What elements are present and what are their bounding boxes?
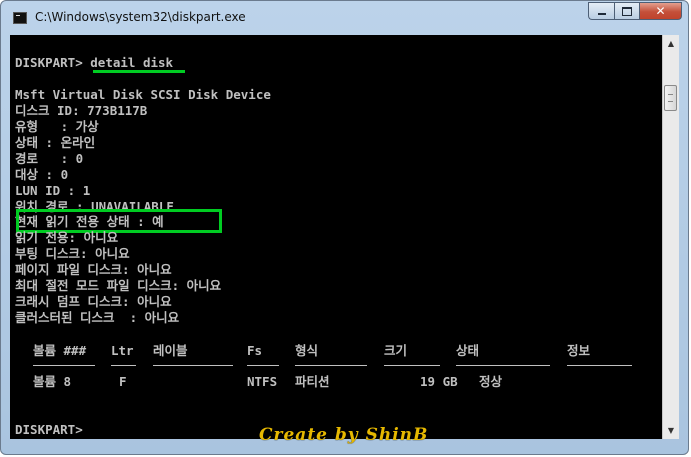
scroll-thumb[interactable]	[664, 85, 677, 111]
output-line: 대상 : 0	[15, 167, 69, 182]
output-line: 최대 절전 모드 파일 디스크: 아니요	[15, 278, 222, 293]
minimize-icon	[597, 13, 606, 15]
table-cell: 파티션	[295, 374, 330, 389]
close-icon: ✕	[655, 4, 666, 18]
output-line: LUN ID : 1	[15, 183, 91, 198]
header-rule	[33, 365, 95, 366]
scroll-down-arrow-icon[interactable]: ▼	[663, 422, 679, 439]
table-header: Fs	[247, 343, 263, 358]
close-button[interactable]: ✕	[639, 2, 682, 20]
title-bar[interactable]: C:\Windows\system32\diskpart.exe ✕	[1, 1, 688, 35]
output-line: 상태 : 온라인	[15, 135, 96, 150]
table-header: 상태	[456, 343, 480, 358]
maximize-button[interactable]	[614, 2, 639, 20]
output-line: 읽기 전용: 아니요	[15, 230, 119, 245]
output-line: Msft Virtual Disk SCSI Disk Device	[15, 87, 271, 102]
console-window: C:\Windows\system32\diskpart.exe ✕ DISKP…	[0, 0, 689, 455]
header-rule	[295, 365, 367, 366]
minimize-button[interactable]	[588, 2, 614, 20]
output-line: 디스크 ID: 773B117B	[15, 103, 148, 118]
header-rule	[456, 365, 550, 366]
scroll-up-arrow-icon[interactable]: ▲	[663, 35, 679, 52]
command-text: detail disk	[90, 55, 174, 70]
table-cell: NTFS	[247, 374, 278, 389]
table-header: 크기	[384, 343, 408, 358]
prompt-line: DISKPART> detail disk	[15, 55, 173, 70]
caption-buttons: ✕	[588, 2, 682, 22]
output-line: 클러스터된 디스크 : 아니요	[15, 310, 180, 325]
output-line: 경로 : 0	[15, 151, 84, 166]
header-rule	[111, 365, 136, 366]
output-line: 크래시 덤프 디스크: 아니요	[15, 294, 172, 309]
prompt-text: DISKPART>	[15, 55, 91, 70]
table-header: 볼륨 ###	[33, 343, 87, 358]
window-title: C:\Windows\system32\diskpart.exe	[35, 10, 246, 24]
output-line: 페이지 파일 디스크: 아니요	[15, 262, 172, 277]
table-header: 형식	[295, 343, 319, 358]
header-rule	[153, 365, 233, 366]
header-rule	[384, 365, 440, 366]
console-output[interactable]: DISKPART> detail disk Msft Virtual Disk …	[10, 35, 671, 439]
table-cell: 정상	[479, 374, 503, 389]
table-header: Ltr	[111, 343, 134, 358]
table-header: 정보	[567, 343, 591, 358]
output-line: 부팅 디스크: 아니요	[15, 246, 130, 261]
maximize-icon	[622, 6, 632, 16]
vertical-scrollbar[interactable]: ▲ ▼	[662, 35, 679, 439]
output-line: 유형 : 가상	[15, 119, 99, 134]
header-rule	[567, 365, 632, 366]
command-underline	[93, 70, 185, 73]
console-app-icon[interactable]	[13, 12, 27, 24]
table-cell: 19 GB	[420, 374, 458, 389]
table-cell: F	[119, 374, 127, 389]
table-header: 레이블	[153, 343, 188, 358]
table-cell: 볼륨 8	[33, 374, 72, 389]
final-prompt: DISKPART>	[15, 422, 91, 437]
header-rule	[247, 365, 279, 366]
window-bottom-frame	[1, 439, 688, 454]
